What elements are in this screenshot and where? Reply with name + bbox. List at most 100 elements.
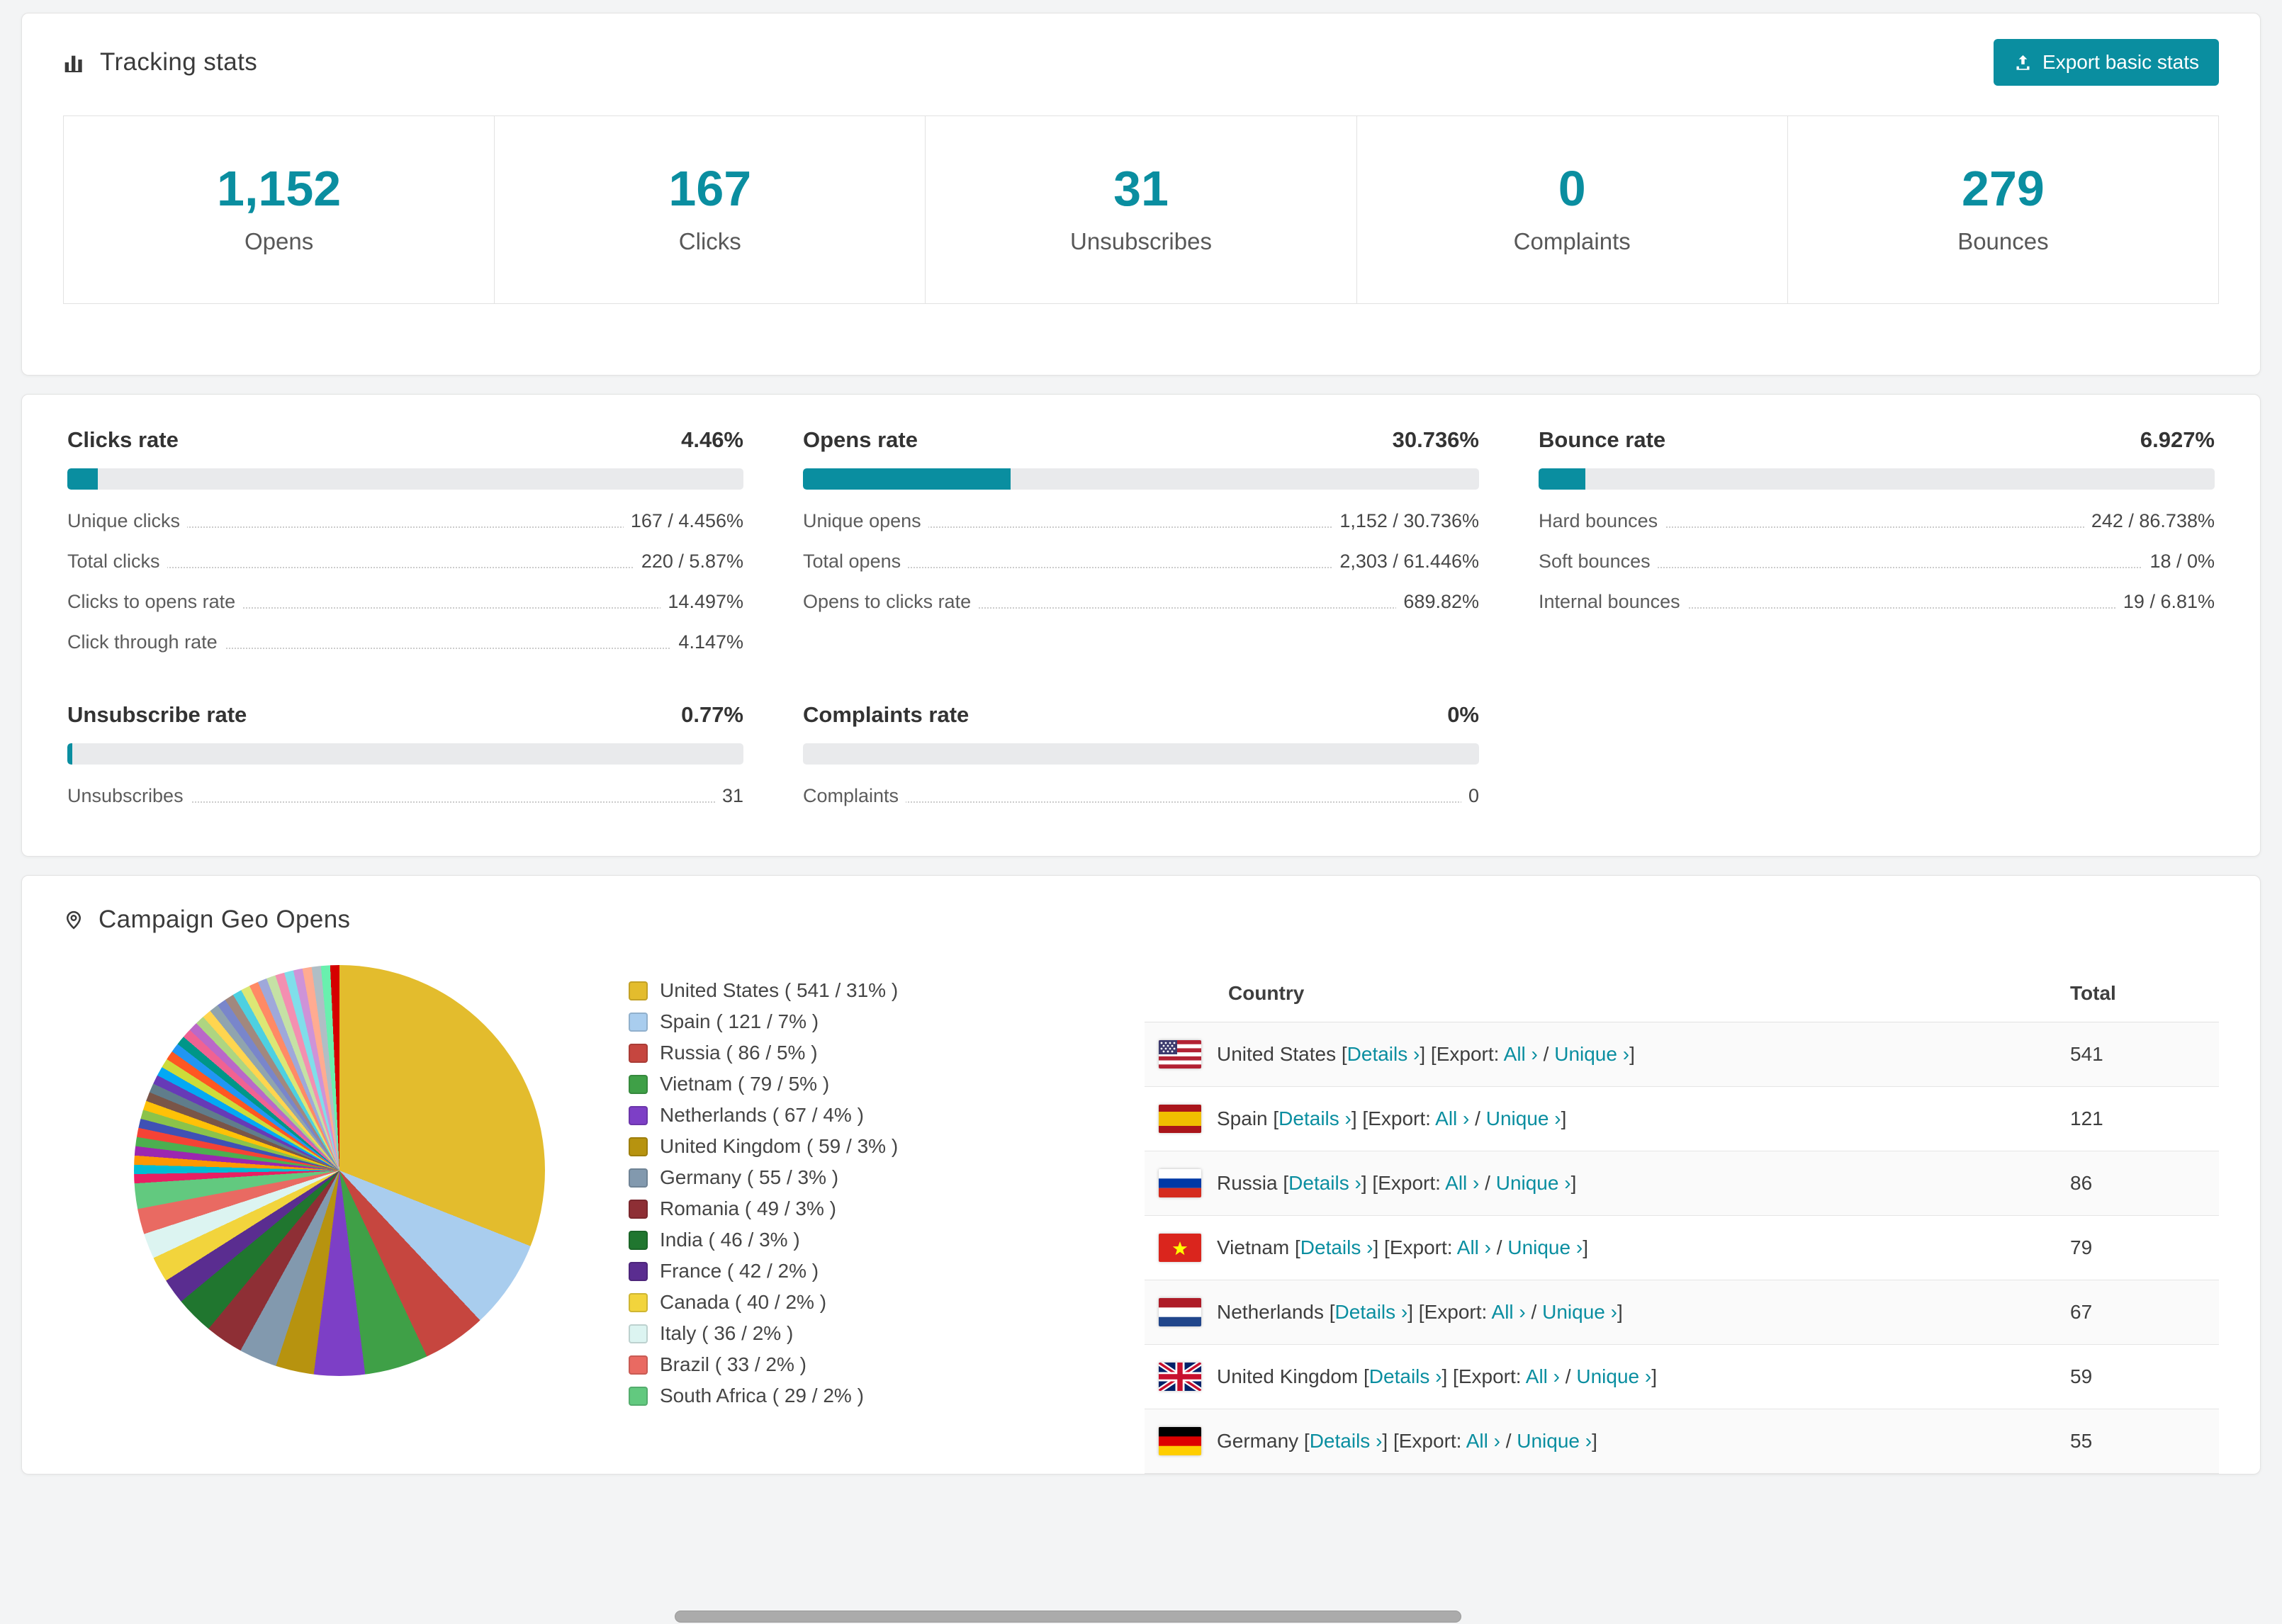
rate-row-value: 4.147% [671, 631, 743, 653]
rate-value-complaints-rate: 0% [1447, 702, 1479, 727]
export-all-link-netherlands[interactable]: All › [1492, 1301, 1526, 1323]
legend-label-romania: Romania ( 49 / 3% ) [660, 1197, 836, 1219]
export-all-link-united-kingdom[interactable]: All › [1526, 1365, 1560, 1387]
progress-fill [67, 468, 98, 490]
rate-title-clicks-rate: Clicks rate [67, 427, 179, 452]
details-link-germany[interactable]: Details › [1310, 1430, 1383, 1452]
legend-item-south-africa: South Africa ( 29 / 2% ) [629, 1380, 1061, 1411]
legend-item-romania: Romania ( 49 / 3% ) [629, 1193, 1061, 1224]
export-unique-link-netherlands[interactable]: Unique › [1542, 1301, 1617, 1323]
stat-value-clicks: 167 [668, 161, 752, 216]
details-link-spain[interactable]: Details › [1278, 1107, 1351, 1129]
rate-row-hard-bounces: Hard bounces 242 / 86.738% [1539, 501, 2215, 541]
details-link-united-states[interactable]: Details › [1347, 1043, 1420, 1065]
page: Tracking stats Export basic stats 1,152 … [0, 0, 2282, 1487]
geo-table-row-vietnam: Vietnam [Details ›] [Export: All › / Uni… [1145, 1215, 2219, 1280]
horizontal-scrollbar-thumb[interactable] [675, 1611, 1461, 1623]
geo-table-row-united-states: United States [Details ›] [Export: All ›… [1145, 1022, 2219, 1087]
export-unique-link-spain[interactable]: Unique › [1486, 1107, 1561, 1129]
stat-box-bounces: 279 Bounces [1787, 115, 2220, 304]
rate-value-opens-rate: 30.736% [1392, 427, 1479, 452]
rate-row-value: 1,152 / 30.736% [1332, 510, 1479, 532]
geo-table-header-row: Country Total [1145, 965, 2219, 1022]
progress-bar-complaints-rate [803, 743, 1479, 765]
export-unique-link-germany[interactable]: Unique › [1517, 1430, 1592, 1452]
export-unique-link-vietnam[interactable]: Unique › [1507, 1236, 1583, 1258]
export-unique-link-united-states[interactable]: Unique › [1554, 1043, 1629, 1065]
geo-table-row-united-kingdom: United Kingdom [Details ›] [Export: All … [1145, 1344, 2219, 1409]
rate-title-opens-rate: Opens rate [803, 427, 918, 452]
legend-label-germany: Germany ( 55 / 3% ) [660, 1166, 839, 1188]
rate-row-value: 0 [1461, 785, 1479, 807]
details-link-united-kingdom[interactable]: Details › [1369, 1365, 1442, 1387]
total-cell-netherlands: 67 [2056, 1280, 2219, 1345]
rate-row-value: 242 / 86.738% [2084, 510, 2215, 532]
rate-block-opens-rate: Opens rate 30.736% Unique opens 1,152 / … [803, 427, 1479, 662]
geo-table-row-spain: Spain [Details ›] [Export: All › / Uniqu… [1145, 1086, 2219, 1151]
export-all-link-united-states[interactable]: All › [1504, 1043, 1538, 1065]
export-all-link-russia[interactable]: All › [1445, 1172, 1479, 1194]
rate-row-opens-to-clicks-rate: Opens to clicks rate 689.82% [803, 582, 1479, 622]
export-all-link-vietnam[interactable]: All › [1457, 1236, 1491, 1258]
rates-card: Clicks rate 4.46% Unique clicks 167 / 4.… [21, 394, 2261, 857]
flag-us-icon [1159, 1040, 1201, 1068]
total-cell-united-states: 541 [2056, 1022, 2219, 1087]
flag-nl-icon [1159, 1298, 1201, 1326]
legend-label-italy: Italy ( 36 / 2% ) [660, 1322, 794, 1344]
rate-row-unique-opens: Unique opens 1,152 / 30.736% [803, 501, 1479, 541]
geo-table-wrap: Country Total United States [Details ›] … [1145, 965, 2219, 1474]
geo-table-row-netherlands: Netherlands [Details ›] [Export: All › /… [1145, 1280, 2219, 1345]
geo-table-row-russia: Russia [Details ›] [Export: All › / Uniq… [1145, 1151, 2219, 1216]
rate-row-value: 31 [714, 785, 743, 807]
details-link-russia[interactable]: Details › [1288, 1172, 1361, 1194]
rate-row-total-clicks: Total clicks 220 / 5.87% [67, 541, 743, 582]
rate-row-label: Clicks to opens rate [67, 591, 243, 613]
progress-bar-clicks-rate [67, 468, 743, 490]
export-basic-stats-button[interactable]: Export basic stats [1994, 39, 2219, 86]
legend-item-india: India ( 46 / 3% ) [629, 1224, 1061, 1256]
legend-label-united-states: United States ( 541 / 31% ) [660, 979, 899, 1001]
rate-row-value: 220 / 5.87% [634, 551, 743, 573]
rates-grid: Clicks rate 4.46% Unique clicks 167 / 4.… [67, 427, 2215, 816]
geo-card: Campaign Geo Opens United States ( 541 /… [21, 875, 2261, 1474]
stat-box-complaints: 0 Complaints [1356, 115, 1788, 304]
geo-header: Campaign Geo Opens [63, 906, 2219, 934]
flag-es-icon [1159, 1105, 1201, 1133]
legend-label-spain: Spain ( 121 / 7% ) [660, 1010, 819, 1032]
export-all-link-germany[interactable]: All › [1466, 1430, 1500, 1452]
rate-row-label: Unique clicks [67, 510, 188, 532]
rate-row-value: 18 / 0% [2142, 551, 2215, 573]
geo-table: Country Total United States [Details ›] … [1145, 965, 2219, 1474]
rate-row-value: 167 / 4.456% [623, 510, 743, 532]
stat-label-bounces: Bounces [1957, 228, 2049, 254]
rate-row-label: Total opens [803, 551, 909, 573]
rate-row-label: Total clicks [67, 551, 167, 573]
tracking-stats-title: Tracking stats [100, 48, 258, 76]
stat-value-unsubscribes: 31 [1113, 161, 1169, 216]
progress-bar-unsubscribe-rate [67, 743, 743, 765]
stat-boxes: 1,152 Opens 167 Clicks 31 Unsubscribes 0… [63, 115, 2220, 304]
export-unique-link-russia[interactable]: Unique › [1496, 1172, 1571, 1194]
geo-pie-chart [134, 965, 545, 1376]
flag-gb-icon [1159, 1363, 1201, 1391]
export-icon [2013, 53, 2033, 72]
geo-title: Campaign Geo Opens [99, 906, 351, 933]
export-all-link-spain[interactable]: All › [1435, 1107, 1469, 1129]
rate-row-label: Hard bounces [1539, 510, 1665, 532]
export-unique-link-united-kingdom[interactable]: Unique › [1576, 1365, 1651, 1387]
details-link-netherlands[interactable]: Details › [1335, 1301, 1408, 1323]
total-cell-russia: 86 [2056, 1151, 2219, 1216]
rate-row-internal-bounces: Internal bounces 19 / 6.81% [1539, 582, 2215, 622]
legend-swatch-italy [629, 1324, 648, 1343]
legend-item-netherlands: Netherlands ( 67 / 4% ) [629, 1100, 1061, 1131]
rate-row-value: 2,303 / 61.446% [1332, 551, 1479, 573]
total-cell-spain: 121 [2056, 1086, 2219, 1151]
legend-item-canada: Canada ( 40 / 2% ) [629, 1287, 1061, 1318]
stat-value-opens: 1,152 [217, 161, 342, 216]
details-link-vietnam[interactable]: Details › [1300, 1236, 1373, 1258]
rate-row-unique-clicks: Unique clicks 167 / 4.456% [67, 501, 743, 541]
rate-row-label: Click through rate [67, 631, 225, 653]
stat-label-unsubscribes: Unsubscribes [1070, 228, 1212, 254]
country-cell-text-spain: Spain [Details ›] [Export: All › / Uniqu… [1217, 1107, 1567, 1129]
legend-swatch-netherlands [629, 1105, 648, 1125]
